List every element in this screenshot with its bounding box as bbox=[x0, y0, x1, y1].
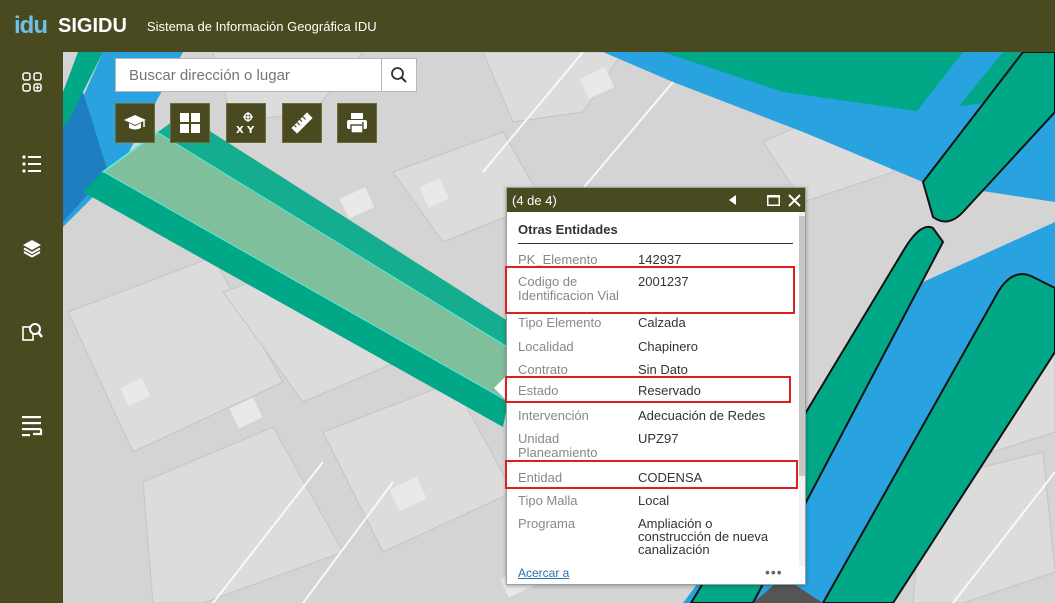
popup-scrollbar-thumb[interactable] bbox=[799, 216, 805, 476]
sidebar-item-attribute-table[interactable] bbox=[14, 408, 50, 444]
sidebar-item-widgets[interactable] bbox=[14, 64, 50, 100]
coordinates-button[interactable]: X Y bbox=[226, 103, 266, 143]
search-icon bbox=[391, 67, 407, 83]
attribute-key: Programa bbox=[518, 516, 576, 531]
layout-button[interactable] bbox=[170, 103, 210, 143]
table-list-icon bbox=[22, 416, 43, 437]
attribute-key: Tipo Elemento bbox=[518, 315, 602, 330]
attribute-value: Chapinero bbox=[638, 339, 698, 354]
attribute-value: Sin Dato bbox=[638, 362, 688, 377]
measure-button[interactable] bbox=[282, 103, 322, 143]
popup-feature-count: (4 de 4) bbox=[512, 192, 557, 208]
attribute-key: PK_Elemento bbox=[518, 252, 598, 267]
popup-maximize-button[interactable] bbox=[765, 192, 781, 208]
popup-title: Otras Entidades bbox=[518, 222, 618, 237]
maximize-icon bbox=[766, 194, 780, 206]
idu-logo[interactable]: idu bbox=[14, 12, 48, 40]
popup-header: (4 de 4) bbox=[507, 188, 805, 212]
sidebar-item-layers[interactable] bbox=[14, 230, 50, 266]
attribute-key: Unidad Planeamiento bbox=[518, 431, 598, 460]
popup-footer: Acercar a ••• bbox=[507, 564, 805, 584]
attribute-value: Local bbox=[638, 493, 670, 508]
basemap-button[interactable] bbox=[115, 103, 155, 143]
header-bar: idu SIGIDU Sistema de Información Geográ… bbox=[0, 0, 1055, 52]
zoom-to-link[interactable]: Acercar a bbox=[518, 566, 569, 580]
search-button[interactable] bbox=[381, 59, 416, 91]
attribute-value: Calzada bbox=[638, 315, 686, 330]
attribute-value: Adecuación de Redes bbox=[638, 408, 766, 423]
ruler-icon bbox=[291, 112, 313, 134]
svg-text:X: X bbox=[236, 125, 244, 135]
app-name: SIGIDU bbox=[58, 14, 127, 37]
sidebar-item-legend[interactable] bbox=[14, 146, 50, 182]
highlight-box-codigo bbox=[505, 266, 795, 314]
triangle-left-icon bbox=[729, 195, 736, 205]
print-button[interactable] bbox=[337, 103, 377, 143]
app-subtitle: Sistema de Información Geográfica IDU bbox=[146, 18, 377, 34]
highlight-box-estado bbox=[505, 376, 791, 403]
sidebar bbox=[0, 52, 63, 603]
sidebar-item-query[interactable] bbox=[14, 314, 50, 350]
apps-grid-icon bbox=[22, 72, 42, 92]
attribute-value: 142937 bbox=[638, 252, 682, 267]
attribute-key: Intervención bbox=[518, 408, 589, 423]
graduation-cap-icon bbox=[124, 115, 146, 130]
grid-icon bbox=[180, 113, 200, 133]
attribute-key: Tipo Malla bbox=[518, 493, 578, 508]
attribute-key: Localidad bbox=[518, 339, 574, 354]
svg-text:Y: Y bbox=[246, 125, 255, 135]
layers-icon bbox=[23, 240, 41, 258]
attribute-value: UPZ97 bbox=[638, 431, 679, 446]
search-box bbox=[115, 58, 417, 92]
attribute-key: Contrato bbox=[518, 362, 568, 377]
printer-icon bbox=[347, 113, 367, 134]
popup-divider bbox=[518, 243, 793, 244]
search-document-icon bbox=[22, 323, 43, 341]
popup-scrollbar[interactable] bbox=[799, 212, 805, 566]
list-icon bbox=[22, 155, 41, 173]
highlight-box-entidad bbox=[505, 460, 798, 489]
popup-close-button[interactable] bbox=[785, 191, 803, 209]
close-icon bbox=[787, 193, 801, 207]
search-input[interactable] bbox=[116, 59, 381, 91]
more-actions-button[interactable]: ••• bbox=[765, 564, 783, 580]
popup-previous-button[interactable] bbox=[725, 192, 741, 208]
app-root: idu SIGIDU Sistema de Información Geográ… bbox=[0, 0, 1055, 603]
xy-coordinates-icon: X Y bbox=[236, 112, 255, 135]
attribute-value: Ampliación o construcción de nueva canal… bbox=[638, 516, 769, 557]
